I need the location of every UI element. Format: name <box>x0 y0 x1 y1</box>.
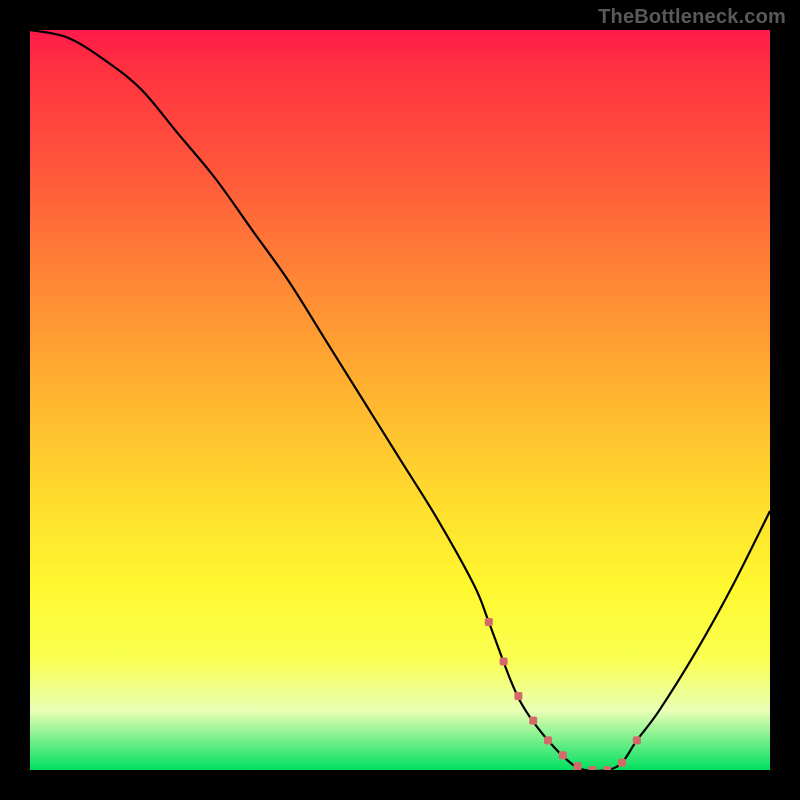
flat-region-dot <box>603 766 611 770</box>
bottleneck-curve-path <box>30 30 770 770</box>
flat-region-markers <box>485 618 641 770</box>
flat-region-dot <box>514 692 522 700</box>
watermark-text: TheBottleneck.com <box>598 6 786 29</box>
flat-region-dot <box>559 751 567 759</box>
chart-svg <box>30 30 770 770</box>
flat-region-dot <box>544 736 552 744</box>
flat-region-dot <box>574 762 582 770</box>
flat-region-dot <box>618 759 626 767</box>
flat-region-dot <box>588 766 596 770</box>
flat-region-dot <box>633 736 641 744</box>
chart-plot-area <box>30 30 770 770</box>
flat-region-dot <box>529 717 537 725</box>
flat-region-dot <box>500 657 508 665</box>
flat-region-dot <box>485 618 493 626</box>
